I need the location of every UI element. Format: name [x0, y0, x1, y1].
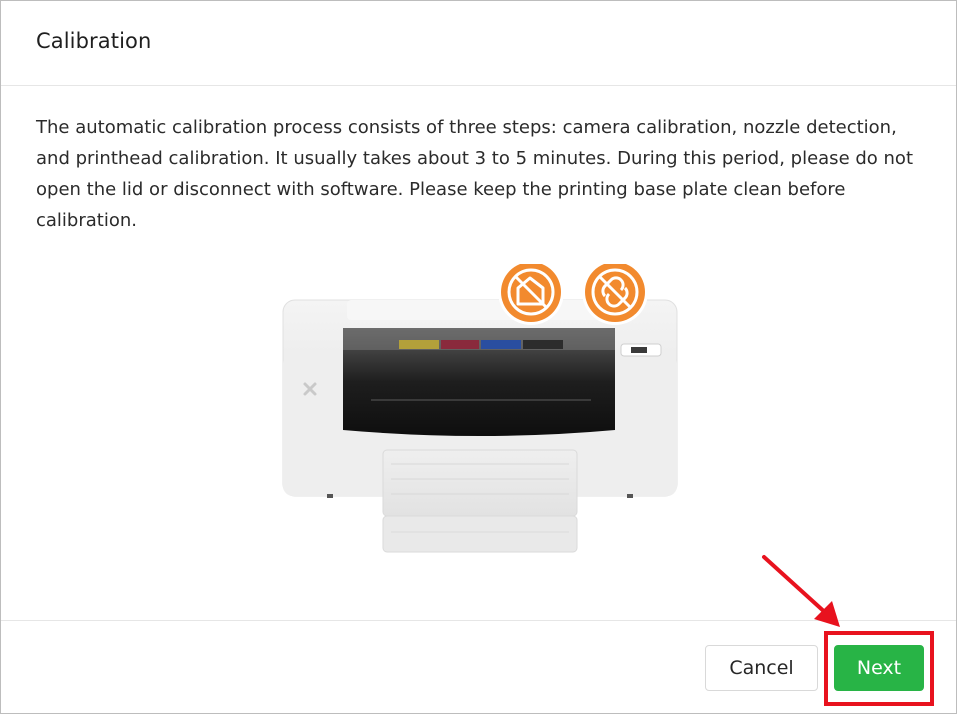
output-tray — [382, 449, 578, 553]
printer-lid-window — [343, 328, 615, 436]
calibration-description: The automatic calibration process consis… — [36, 117, 913, 231]
dialog-title: Calibration — [36, 29, 152, 53]
next-button[interactable]: Next — [834, 645, 924, 691]
cancel-button[interactable]: Cancel — [705, 645, 818, 691]
dialog-footer: Cancel Next — [1, 620, 956, 714]
dialog-body: The automatic calibration process consis… — [1, 86, 956, 620]
control-panel — [620, 343, 662, 357]
calibration-dialog: Calibration The automatic calibration pr… — [0, 0, 957, 714]
printer-illustration — [282, 264, 678, 553]
dialog-header: Calibration — [1, 1, 956, 86]
